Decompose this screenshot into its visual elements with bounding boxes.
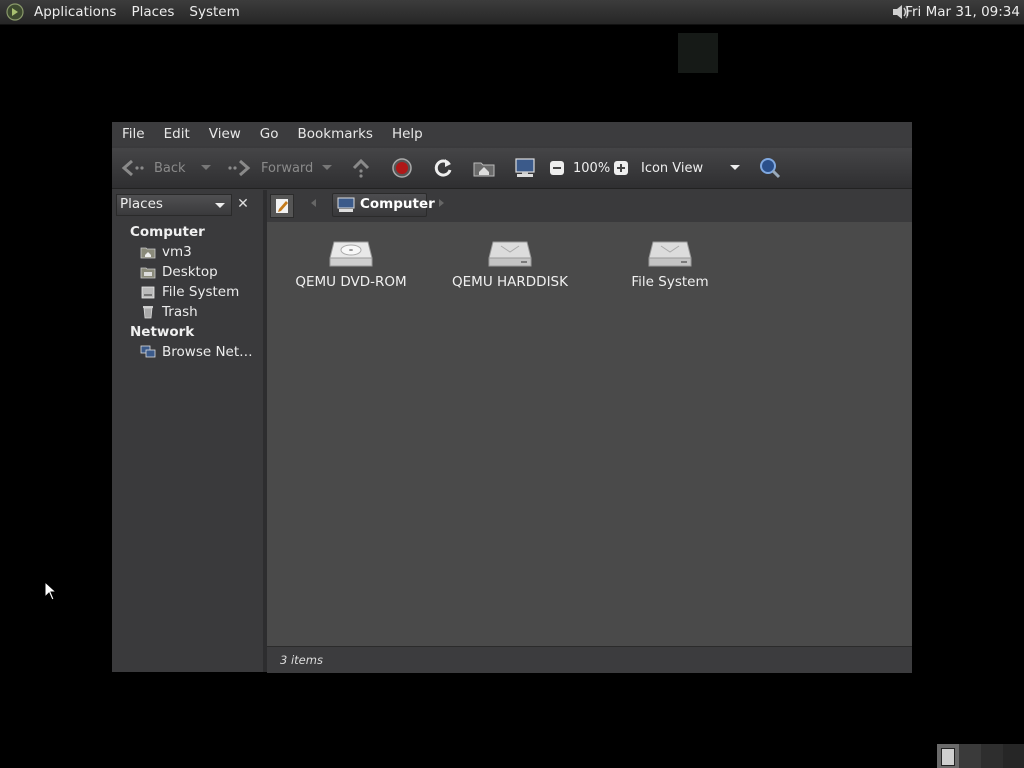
- up-button[interactable]: [350, 148, 372, 188]
- sidebar-item-label: File System: [162, 284, 240, 300]
- computer-icon: [515, 158, 535, 177]
- harddisk-icon: [648, 241, 692, 267]
- home-folder-icon: [473, 162, 495, 177]
- menu-go[interactable]: Go: [260, 126, 279, 142]
- menubar: File Edit View Go Bookmarks Help: [112, 122, 912, 146]
- forward-button[interactable]: Forward: [226, 148, 313, 188]
- sidebar-selector-label: Places: [120, 196, 163, 212]
- applications-menu[interactable]: Applications: [34, 4, 116, 20]
- mouse-pointer-icon: [44, 581, 58, 601]
- menu-edit[interactable]: Edit: [164, 126, 190, 142]
- path-button-computer[interactable]: Computer: [332, 193, 435, 217]
- home-folder-icon: [140, 247, 156, 259]
- edit-location-button[interactable]: [270, 194, 294, 218]
- file-manager-window: File Edit View Go Bookmarks Help Back Fo…: [112, 122, 912, 673]
- desktop-folder-icon: [140, 267, 156, 279]
- search-button[interactable]: [758, 148, 782, 188]
- chevron-down-icon: [730, 165, 741, 170]
- sidebar: Computer vm3 Desktop File System Trash N…: [112, 222, 263, 672]
- up-arrow-icon: [352, 158, 370, 178]
- icon-item-file-system[interactable]: File System: [595, 238, 745, 290]
- computer-button[interactable]: [513, 148, 537, 188]
- stop-button[interactable]: [391, 148, 413, 188]
- status-bar: 3 items: [267, 646, 912, 673]
- workspace-4[interactable]: [1003, 744, 1024, 768]
- forward-arrow-icon: [228, 159, 251, 177]
- forward-history-dropdown[interactable]: [321, 148, 333, 188]
- sidebar-item-desktop[interactable]: Desktop: [140, 262, 218, 282]
- path-button-label: Computer: [360, 196, 435, 212]
- back-button[interactable]: Back: [120, 148, 186, 188]
- network-icon: [140, 345, 156, 358]
- sidebar-item-label: Desktop: [162, 264, 218, 280]
- clock[interactable]: Fri Mar 31, 09:34: [905, 0, 1020, 24]
- back-label: Back: [154, 160, 186, 176]
- optical-drive-icon: [329, 241, 373, 267]
- sidebar-heading-network: Network: [130, 324, 195, 340]
- back-history-dropdown[interactable]: [200, 148, 212, 188]
- back-arrow-icon: [121, 159, 144, 177]
- zoom-out-button[interactable]: [549, 148, 565, 188]
- zoom-in-button[interactable]: [613, 148, 629, 188]
- icon-label: QEMU DVD-ROM: [295, 274, 407, 290]
- zoom-in-icon: [614, 161, 628, 175]
- location-bar: Places ✕ Computer: [112, 190, 912, 222]
- toolbar: Back Forward 100% Icon View: [112, 148, 912, 189]
- icon-item-dvd-rom[interactable]: QEMU DVD-ROM: [276, 238, 426, 290]
- sidebar-item-file-system[interactable]: File System: [140, 282, 239, 302]
- menu-view[interactable]: View: [209, 126, 241, 142]
- window-thumbnail: [941, 748, 955, 766]
- sidebar-item-vm3[interactable]: vm3: [140, 242, 192, 262]
- sidebar-item-trash[interactable]: Trash: [140, 302, 198, 322]
- chevron-down-icon: [201, 165, 211, 170]
- view-mode-label: Icon View: [641, 160, 704, 176]
- sidebar-item-label: vm3: [162, 244, 192, 260]
- gnome-foot-icon[interactable]: [6, 3, 24, 21]
- zoom-out-icon: [550, 161, 564, 175]
- places-menu[interactable]: Places: [131, 4, 174, 20]
- sidebar-heading-computer: Computer: [130, 224, 205, 240]
- path-scroll-left-icon[interactable]: [311, 199, 316, 207]
- sidebar-item-browse-network[interactable]: Browse Net…: [140, 342, 253, 362]
- home-button[interactable]: [472, 148, 496, 188]
- reload-button[interactable]: [432, 148, 454, 188]
- icon-item-harddisk[interactable]: QEMU HARDDISK: [435, 238, 585, 290]
- forward-label: Forward: [261, 160, 314, 176]
- sidebar-selector[interactable]: Places: [116, 194, 232, 216]
- system-menu[interactable]: System: [189, 4, 239, 20]
- trash-icon: [143, 306, 153, 319]
- icon-label: File System: [631, 274, 709, 290]
- search-icon: [760, 158, 781, 179]
- sidebar-item-label: Trash: [162, 304, 198, 320]
- top-panel: Applications Places System Fri Mar 31, 0…: [0, 0, 1024, 25]
- harddisk-icon: [488, 241, 532, 267]
- view-mode-select[interactable]: Icon View: [641, 148, 741, 188]
- stop-icon: [392, 158, 412, 178]
- close-sidebar-button[interactable]: ✕: [234, 195, 252, 213]
- menu-bookmarks[interactable]: Bookmarks: [298, 126, 373, 142]
- status-text: 3 items: [280, 653, 323, 667]
- icon-view[interactable]: QEMU DVD-ROM QEMU HARDDISK File System: [267, 222, 912, 646]
- workspace-1[interactable]: [937, 744, 959, 768]
- zoom-level[interactable]: 100%: [573, 161, 610, 176]
- menu-file[interactable]: File: [122, 126, 145, 142]
- reload-icon: [434, 159, 452, 177]
- icon-label: QEMU HARDDISK: [452, 274, 568, 290]
- harddisk-icon: [141, 286, 155, 299]
- chevron-down-icon: [215, 203, 225, 208]
- computer-icon: [337, 197, 355, 212]
- path-scroll-right-icon[interactable]: [439, 199, 444, 207]
- workspace-2[interactable]: [959, 744, 981, 768]
- sidebar-item-label: Browse Net…: [162, 344, 253, 360]
- pencil-icon: [276, 199, 288, 213]
- menu-help[interactable]: Help: [392, 126, 423, 142]
- workspace-3[interactable]: [981, 744, 1003, 768]
- chevron-down-icon: [322, 165, 332, 170]
- desktop-square: [678, 33, 718, 73]
